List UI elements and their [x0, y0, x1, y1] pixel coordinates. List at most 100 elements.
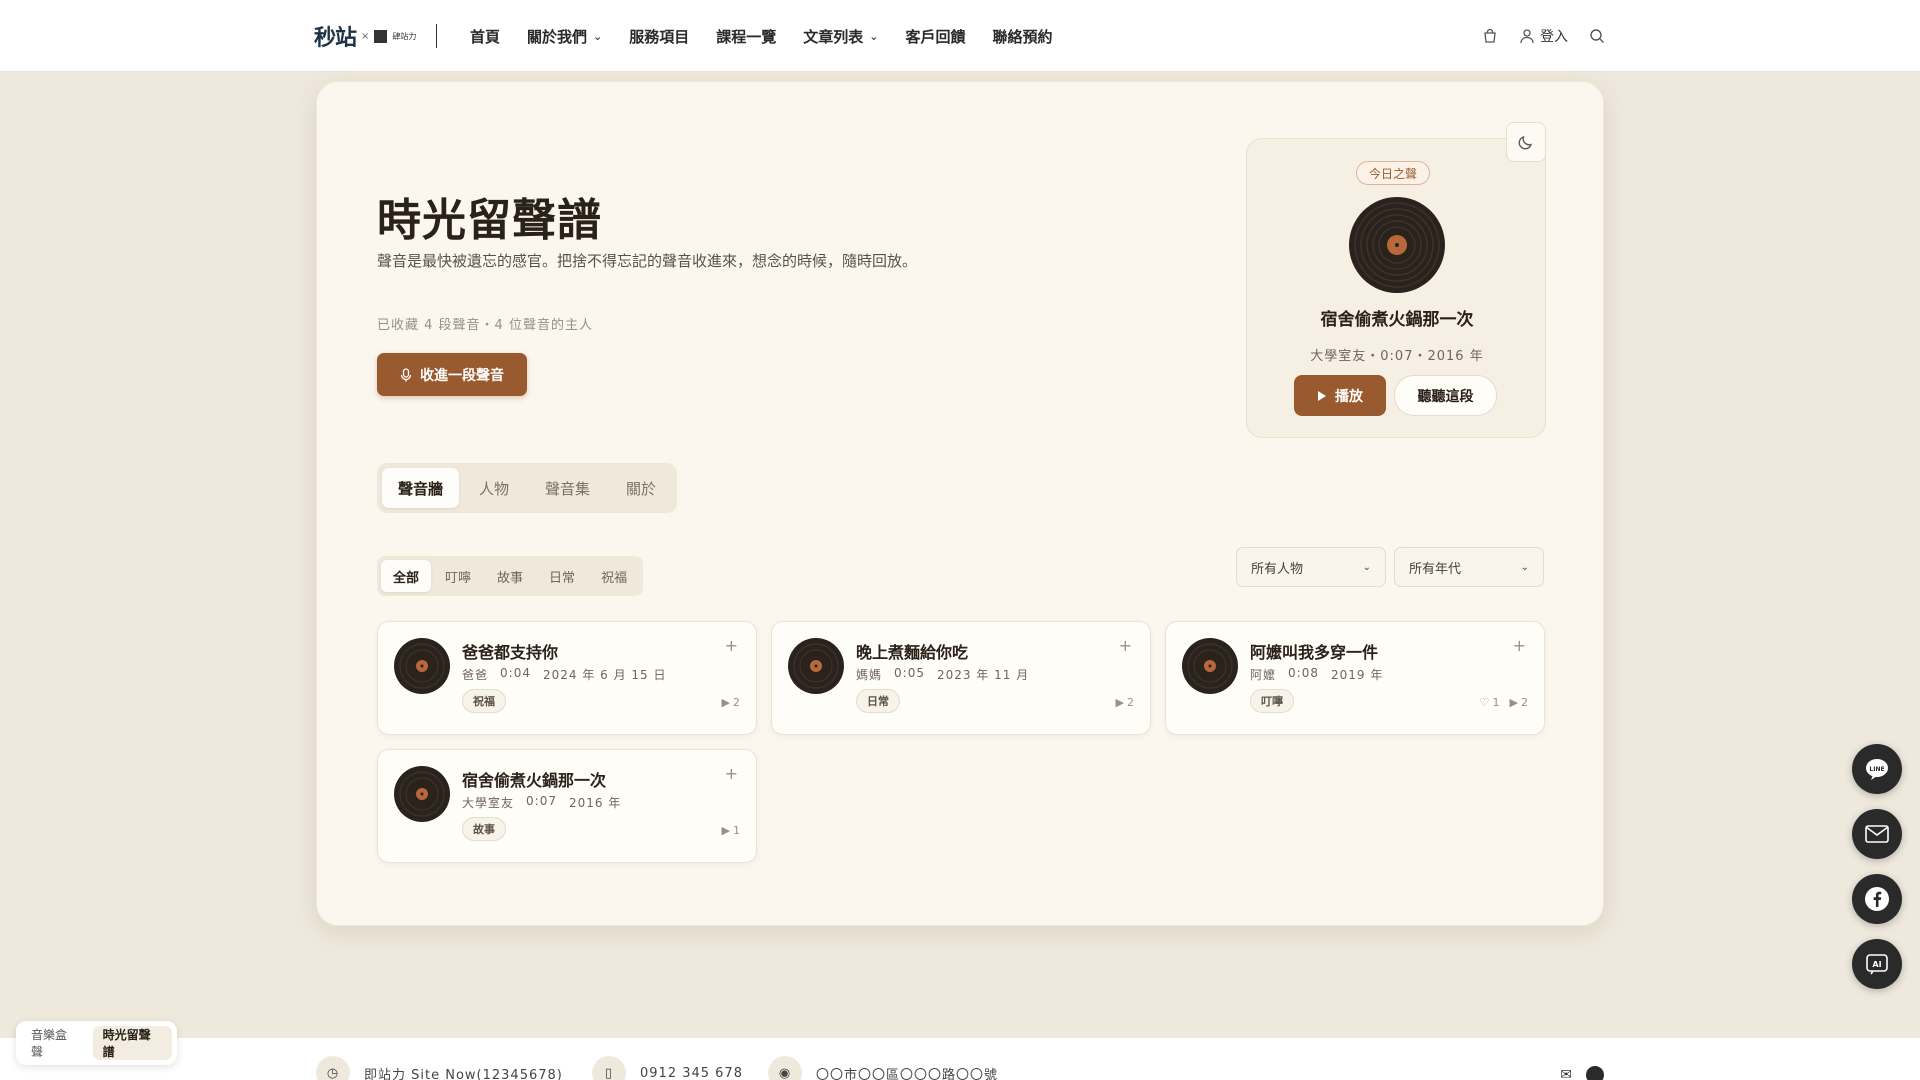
plus-icon[interactable]: + — [725, 636, 738, 655]
filter-all[interactable]: 全部 — [381, 560, 432, 592]
mail-icon[interactable]: ✉ — [1560, 1067, 1572, 1080]
header-divider — [436, 24, 437, 48]
sound-card-meta: 阿嬤 0:08 2019 年 — [1250, 666, 1383, 683]
tab-people[interactable]: 人物 — [463, 468, 525, 508]
listen-this-button[interactable]: 聽聽這段 — [1394, 375, 1497, 416]
sound-card-date: 2023 年 11 月 — [936, 668, 1030, 682]
year-select[interactable]: 所有年代 ⌄ — [1394, 547, 1544, 587]
play-icon: ▶ — [721, 696, 730, 709]
site-header: 秒站 × 肆站力 首頁 關於我們 ⌄ 服務項目 課程一覽 文章列表 ⌄ 客戶回饋 聯… — [0, 0, 1920, 72]
tab-collections[interactable]: 聲音集 — [529, 468, 606, 508]
line-icon: LINE — [1866, 759, 1888, 780]
sound-card-date: 2016 年 — [568, 796, 622, 810]
play-count: ▶ 2 — [1116, 696, 1134, 709]
sound-card-title: 阿嬤叫我多穿一件 — [1250, 643, 1379, 662]
login-button[interactable]: 登入 — [1519, 26, 1568, 46]
record-sound-label: 收進一段聲音 — [420, 366, 504, 383]
switcher-time-sound[interactable]: 時光留聲譜 — [92, 1026, 172, 1060]
logo-sub-text: 肆站力 — [392, 31, 417, 41]
nav-feedback[interactable]: 客戶回饋 — [906, 26, 966, 47]
plus-icon[interactable]: + — [725, 764, 738, 783]
sound-card[interactable]: 宿舍偷煮火鍋那一次 大學室友 0:07 2016 年 故事 + ▶ 1 — [377, 749, 757, 863]
record-sound-button[interactable]: 收進一段聲音 — [377, 353, 527, 396]
nav-articles[interactable]: 文章列表 ⌄ — [803, 26, 878, 47]
sound-card-meta: 爸爸 0:04 2024 年 6 月 15 日 — [462, 666, 667, 683]
footer-phone[interactable]: ▯ 0912 345 678 — [592, 1056, 743, 1080]
filter-daily[interactable]: 日常 — [537, 560, 587, 592]
vinyl-record-icon — [1182, 638, 1238, 694]
main-card: 時光留聲譜 聲音是最快被遺忘的感官。把捨不得忘記的聲音收進來，想念的時候，隨時回… — [316, 81, 1604, 926]
main-tabs: 聲音牆 人物 聲音集 關於 — [377, 463, 678, 513]
site-footer: ◷ 即站力 Site Now(12345678) ▯ 0912 345 678 … — [0, 1038, 1920, 1080]
play-label: 播放 — [1335, 387, 1363, 404]
footer-social: ✉ — [1560, 1066, 1604, 1080]
logo[interactable]: 秒站 × 肆站力 — [314, 22, 417, 51]
nav-about-label: 關於我們 — [527, 27, 588, 46]
sound-card-title: 晚上煮麵給你吃 — [856, 643, 969, 662]
header-actions: 登入 — [1481, 0, 1606, 72]
nav-about[interactable]: 關於我們 ⌄ — [527, 26, 602, 47]
filter-story[interactable]: 故事 — [485, 560, 535, 592]
play-icon: ▶ — [721, 824, 730, 837]
line-chat-button[interactable]: LINE — [1852, 744, 1902, 794]
nav-home[interactable]: 首頁 — [470, 26, 500, 47]
plus-icon[interactable]: + — [1119, 636, 1132, 655]
location-pin-icon: ◉ — [768, 1056, 802, 1080]
facebook-icon — [1865, 887, 1889, 911]
sound-card[interactable]: 晚上煮麵給你吃 媽媽 0:05 2023 年 11 月 日常 + ▶ 2 — [771, 621, 1151, 735]
vinyl-record-icon — [788, 638, 844, 694]
sound-card[interactable]: 阿嬤叫我多穿一件 阿嬤 0:08 2019 年 叮嚀 + ♡ 1 ▶ 2 — [1165, 621, 1545, 735]
footer-address-text: 〇〇市〇〇區〇〇〇路〇〇號 — [816, 1067, 999, 1080]
chevron-down-icon: ⌄ — [869, 29, 879, 43]
person-select[interactable]: 所有人物 ⌄ — [1236, 547, 1386, 587]
like-count[interactable]: ♡ 1 — [1480, 696, 1500, 709]
sound-card-tag[interactable]: 祝福 — [462, 689, 506, 713]
switcher-music-box[interactable]: 音樂盒聲 — [21, 1026, 89, 1060]
filter-reminder[interactable]: 叮嚀 — [433, 560, 483, 592]
hero-description: 聲音是最快被遺忘的感官。把捨不得忘記的聲音收進來，想念的時候，隨時回放。 — [377, 252, 918, 270]
login-label: 登入 — [1540, 29, 1568, 45]
partner-logo-icon — [374, 29, 388, 43]
nav-articles-label: 文章列表 — [803, 27, 864, 46]
footer-company: ◷ 即站力 Site Now(12345678) — [316, 1056, 563, 1080]
sound-card-duration: 0:08 — [1288, 666, 1319, 680]
logo-main-text: 秒站 — [314, 26, 357, 51]
person-select-value: 所有人物 — [1251, 561, 1304, 577]
plus-icon[interactable]: + — [1513, 636, 1526, 655]
svg-text:AI: AI — [1872, 960, 1881, 969]
play-count: ▶ 2 — [722, 696, 740, 709]
email-button[interactable] — [1852, 809, 1902, 859]
filter-blessing[interactable]: 祝福 — [589, 560, 639, 592]
nav-services[interactable]: 服務項目 — [629, 26, 689, 47]
nav-courses-label: 課程一覽 — [716, 27, 777, 46]
play-button[interactable]: 播放 — [1294, 375, 1386, 416]
today-sound-title: 宿舍偷煮火鍋那一次 — [1320, 310, 1474, 330]
sound-card-stats: ▶ 1 — [722, 824, 740, 837]
dark-mode-toggle[interactable] — [1506, 122, 1546, 162]
sound-card[interactable]: 爸爸都支持你 爸爸 0:04 2024 年 6 月 15 日 祝福 + ▶ 2 — [377, 621, 757, 735]
today-sound-card: 今日之聲 宿舍偷煮火鍋那一次 大學室友・0:07・2016 年 播放 聽聽這段 — [1246, 138, 1546, 438]
nav-courses[interactable]: 課程一覽 — [716, 26, 776, 47]
logo-x: × — [361, 30, 370, 42]
year-select-value: 所有年代 — [1409, 561, 1462, 577]
sound-card-stats: ▶ 2 — [1116, 696, 1134, 709]
chevron-down-icon: ⌄ — [1520, 561, 1529, 573]
hero-stats: 已收藏 4 段聲音・4 位聲音的主人 — [377, 318, 593, 333]
sound-card-tag[interactable]: 日常 — [856, 689, 900, 713]
sound-card-tag[interactable]: 叮嚀 — [1250, 689, 1294, 713]
line-icon[interactable] — [1586, 1066, 1604, 1080]
tab-about[interactable]: 關於 — [610, 468, 672, 508]
nav-contact[interactable]: 聯絡預約 — [993, 26, 1053, 47]
like-count-value: 1 — [1492, 696, 1500, 709]
facebook-button[interactable] — [1852, 874, 1902, 924]
today-badge: 今日之聲 — [1356, 161, 1431, 185]
ai-assistant-button[interactable]: AI — [1852, 939, 1902, 989]
page-title: 時光留聲譜 — [377, 195, 602, 246]
shopping-bag-icon[interactable] — [1481, 27, 1499, 45]
sound-card-stats: ♡ 1 ▶ 2 — [1480, 696, 1528, 709]
sound-card-tag[interactable]: 故事 — [462, 817, 506, 841]
vinyl-record-icon — [1349, 197, 1445, 293]
nav-feedback-label: 客戶回饋 — [905, 27, 966, 46]
search-icon[interactable] — [1588, 27, 1606, 45]
tab-sound-wall[interactable]: 聲音牆 — [382, 468, 460, 508]
